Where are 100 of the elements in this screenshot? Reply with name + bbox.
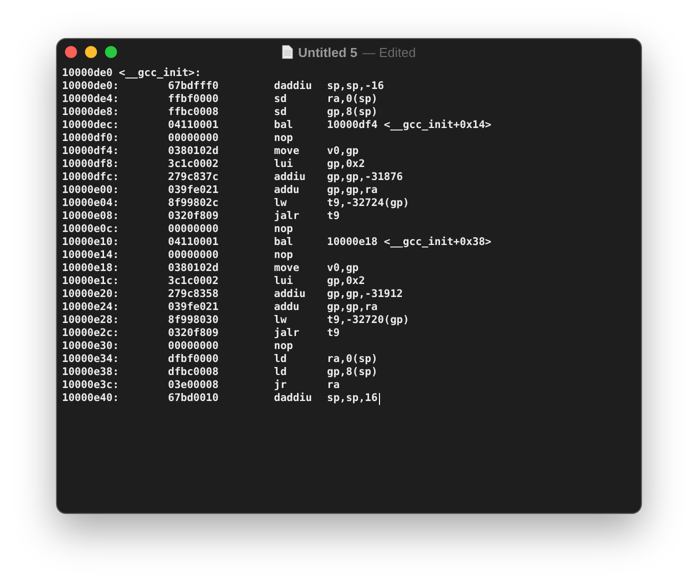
operand-text: sp,sp,16 [327,392,378,405]
mnemonic-text: jalr [274,210,300,223]
mnemonic-text: addiu [274,288,306,301]
operand-text: t9,-32724(gp) [327,197,410,210]
address-text: 10000e08: [62,210,119,223]
mnemonic-text: nop [274,249,293,262]
operand-text: gp,8(sp) [327,366,378,379]
operand-text: gp,gp,-31876 [327,171,403,184]
operand-text: gp,0x2 [327,158,365,171]
address-text: 10000e04: [62,197,119,210]
address-text: 10000e38: [62,366,119,379]
hex-code: 0320f809 [168,327,219,340]
mnemonic-text: sd [274,93,287,106]
hex-code: 67bdfff0 [168,80,219,93]
address-text: 10000e34: [62,353,119,366]
address-text: 10000e2c: [62,327,119,340]
hex-code: 3c1c0002 [168,158,219,171]
address-text: 10000e30: [62,340,119,353]
hex-code: 3c1c0002 [168,275,219,288]
mnemonic-text: jalr [274,327,300,340]
mnemonic-text: daddiu [274,392,312,405]
mnemonic-text: bal [274,236,293,249]
mnemonic-text: addu [274,301,300,314]
hex-code: 0320f809 [168,210,219,223]
address-text: 10000df4: [62,145,119,158]
hex-code: 0380102d [168,145,219,158]
hex-code: 279c837c [168,171,219,184]
address-text: 10000e10: [62,236,119,249]
hex-code: dfbc0008 [168,366,219,379]
operand-text: sp,sp,-16 [327,80,384,93]
address-text: 10000e20: [62,288,119,301]
close-button[interactable] [65,46,77,58]
operand-text: gp,8(sp) [327,106,378,119]
hex-code: 04110001 [168,236,219,249]
address-text: 10000e3c: [62,379,119,392]
hex-code: 039fe021 [168,301,219,314]
mnemonic-text: bal [274,119,293,132]
hex-code: 8f99802c [168,197,219,210]
address-text: 10000e28: [62,314,119,327]
minimize-button[interactable] [85,46,97,58]
address-text: 10000e0c: [62,223,119,236]
hex-code: 00000000 [168,132,219,145]
operand-text: gp,gp,-31912 [327,288,403,301]
label-line: 10000de0 <__gcc_init>: [62,67,202,80]
address-text: 10000e14: [62,249,119,262]
operand-text: v0,gp [327,262,359,275]
mnemonic-text: addu [274,184,300,197]
hex-code: 04110001 [168,119,219,132]
address-text: 10000e40: [62,392,119,405]
hex-code: ffbc0008 [168,106,219,119]
operand-text: gp,gp,ra [327,301,378,314]
operand-text: 10000e18 <__gcc_init+0x38> [327,236,492,249]
address-text: 10000e1c: [62,275,119,288]
hex-code: 0380102d [168,262,219,275]
hex-code: ffbf0000 [168,93,219,106]
operand-text: t9,-32720(gp) [327,314,410,327]
hex-code: 8f998030 [168,314,219,327]
hex-code: 03e00008 [168,379,219,392]
mnemonic-text: ld [274,353,287,366]
hex-code: 039fe021 [168,184,219,197]
hex-code: 67bd0010 [168,392,219,405]
mnemonic-text: sd [274,106,287,119]
document-icon [282,45,294,59]
hex-code: 279c8358 [168,288,219,301]
mnemonic-text: jr [274,379,287,392]
operand-text: t9 [327,327,340,340]
mnemonic-text: nop [274,340,293,353]
operand-text: gp,gp,ra [327,184,378,197]
mnemonic-text: nop [274,132,293,145]
text-cursor [378,392,380,404]
mnemonic-text: lw [274,314,287,327]
address-text: 10000de4: [62,93,119,106]
operand-text: ra,0(sp) [327,353,378,366]
mnemonic-text: ld [274,366,287,379]
operand-text: 10000df4 <__gcc_init+0x14> [327,119,492,132]
mnemonic-text: lui [274,158,293,171]
mnemonic-text: move [274,145,300,158]
operand-text: gp,0x2 [327,275,365,288]
mnemonic-text: lw [274,197,287,210]
operand-text: t9 [327,210,340,223]
operand-text: v0,gp [327,145,359,158]
address-text: 10000de0: [62,80,119,93]
hex-code: dfbf0000 [168,353,219,366]
hex-code: 00000000 [168,223,219,236]
operand-text: ra,0(sp) [327,93,378,106]
mnemonic-text: daddiu [274,80,312,93]
address-text: 10000e24: [62,301,119,314]
address-text: 10000dfc: [62,171,119,184]
address-text: 10000dec: [62,119,119,132]
mnemonic-text: nop [274,223,293,236]
zoom-button[interactable] [105,46,117,58]
hex-code: 00000000 [168,249,219,262]
mnemonic-text: move [274,262,300,275]
mnemonic-text: addiu [274,171,306,184]
address-text: 10000e00: [62,184,119,197]
address-text: 10000df8: [62,158,119,171]
mnemonic-text: lui [274,275,293,288]
edited-status: — Edited [362,44,416,60]
address-text: 10000e18: [62,262,119,275]
address-text: 10000de8: [62,106,119,119]
